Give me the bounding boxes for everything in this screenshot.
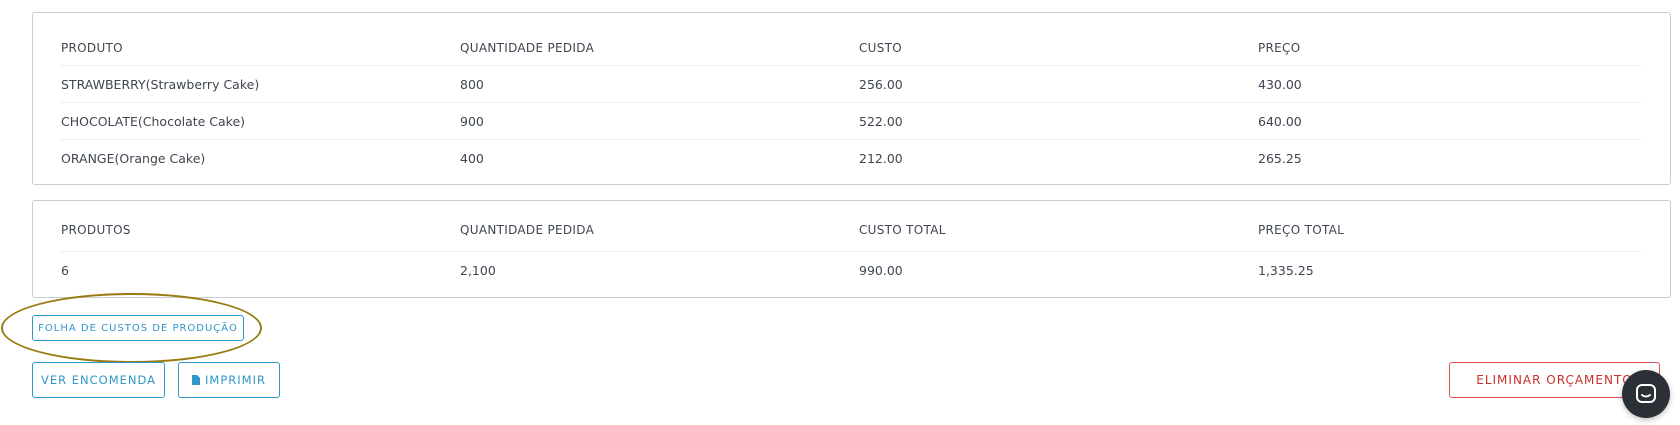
total-products: 6 — [61, 262, 69, 278]
header-quantity: QUANTIDADE PEDIDA — [460, 40, 595, 55]
totals-table: PRODUTOS QUANTIDADE PEDIDA CUSTO TOTAL P… — [32, 200, 1671, 298]
header-quantity: QUANTIDADE PEDIDA — [460, 222, 595, 237]
total-quantity: 2,100 — [460, 262, 496, 278]
product-quantity: 400 — [460, 150, 484, 166]
total-price: 1,335.25 — [1258, 262, 1314, 278]
product-name: STRAWBERRY(Strawberry Cake) — [61, 76, 260, 92]
totals-table-header: PRODUTOS QUANTIDADE PEDIDA CUSTO TOTAL P… — [61, 211, 1642, 248]
chat-bubble-icon — [1636, 384, 1656, 403]
products-table-header: PRODUTO QUANTIDADE PEDIDA CUSTO PREÇO — [61, 29, 1642, 66]
production-cost-sheet-label: FOLHA DE CUSTOS DE PRODUÇÃO — [38, 322, 238, 334]
view-order-button[interactable]: VER ENCOMENDA — [32, 362, 165, 398]
header-price: PREÇO — [1258, 40, 1301, 55]
production-cost-sheet-button[interactable]: FOLHA DE CUSTOS DE PRODUÇÃO — [32, 315, 244, 341]
product-quantity: 900 — [460, 113, 484, 129]
product-price: 430.00 — [1258, 76, 1302, 92]
header-product: PRODUTO — [61, 40, 123, 55]
product-name: CHOCOLATE(Chocolate Cake) — [61, 113, 246, 129]
total-cost: 990.00 — [859, 262, 903, 278]
product-price: 265.25 — [1258, 150, 1302, 166]
delete-quote-label: ELIMINAR ORÇAMENTO — [1476, 373, 1633, 387]
table-row: 6 2,100 990.00 1,335.25 — [61, 251, 1642, 288]
product-cost: 522.00 — [859, 113, 903, 129]
header-total-cost: CUSTO TOTAL — [859, 222, 946, 237]
print-label: IMPRIMIR — [205, 373, 266, 387]
chat-launcher-button[interactable] — [1622, 370, 1670, 418]
header-products: PRODUTOS — [61, 222, 131, 237]
table-row: ORANGE(Orange Cake) 400 212.00 265.25 — [61, 139, 1642, 176]
product-price: 640.00 — [1258, 113, 1302, 129]
table-row: STRAWBERRY(Strawberry Cake) 800 256.00 4… — [61, 65, 1642, 102]
product-cost: 256.00 — [859, 76, 903, 92]
view-order-label: VER ENCOMENDA — [40, 373, 157, 387]
product-quantity: 800 — [460, 76, 484, 92]
header-cost: CUSTO — [859, 40, 903, 55]
products-table: PRODUTO QUANTIDADE PEDIDA CUSTO PREÇO ST… — [32, 12, 1671, 185]
print-button[interactable]: IMPRIMIR — [178, 362, 280, 398]
header-total-price: PREÇO TOTAL — [1258, 222, 1345, 237]
document-icon — [192, 375, 201, 385]
product-name: ORANGE(Orange Cake) — [61, 150, 206, 166]
product-cost: 212.00 — [859, 150, 903, 166]
table-row: CHOCOLATE(Chocolate Cake) 900 522.00 640… — [61, 102, 1642, 139]
